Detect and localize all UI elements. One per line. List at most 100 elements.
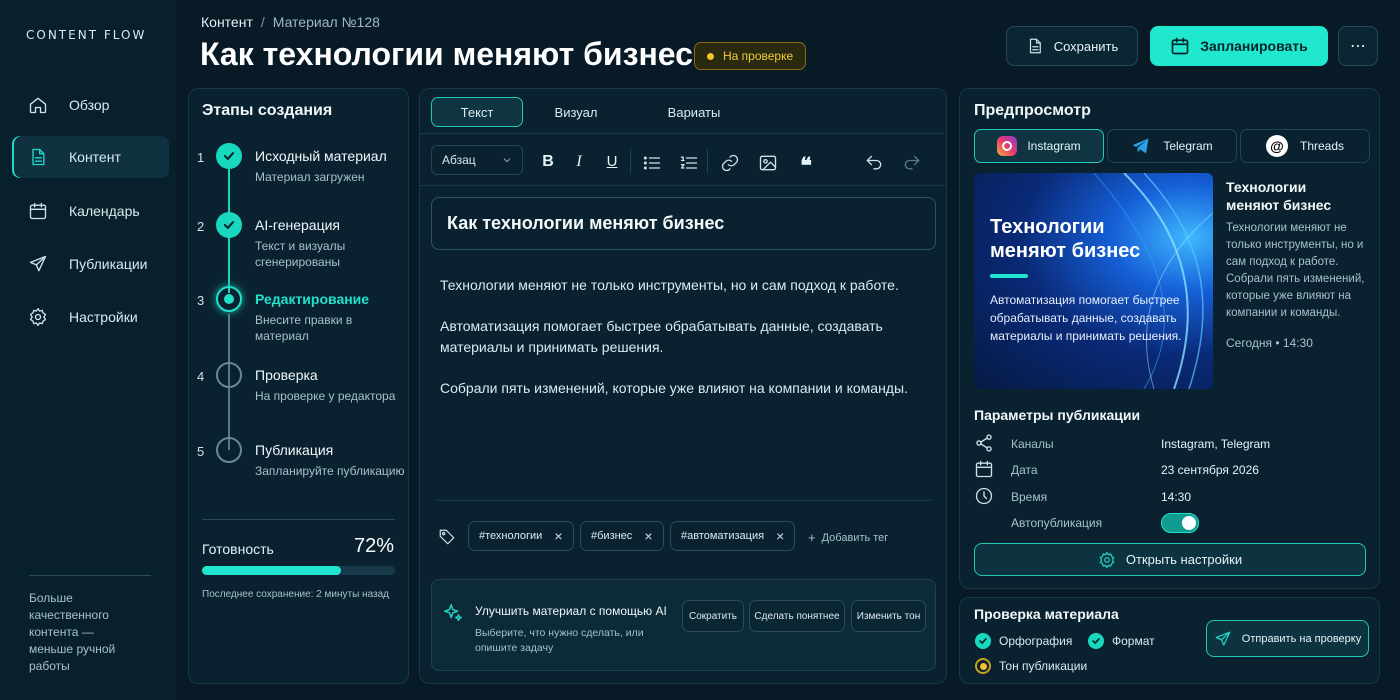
stage-desc: На проверке у редактора	[255, 389, 396, 403]
close-icon[interactable]: ×	[776, 528, 784, 544]
channel-tab-telegram[interactable]: Telegram	[1107, 129, 1237, 163]
param-value: 14:30	[1161, 490, 1192, 504]
send-for-review-button[interactable]: Отправить на проверку	[1206, 620, 1369, 657]
stage-number: 1	[197, 150, 205, 165]
param-row-channels: Каналы Instagram, Telegram	[974, 433, 1344, 455]
sidebar-note: Больше качественного контента — меньше р…	[29, 591, 116, 673]
paragraph-style-value: Абзац	[442, 153, 476, 167]
heading-input[interactable]: Как технологии меняют бизнес	[431, 197, 936, 250]
preview-image-card: Технологии меняют бизнес Автоматизация п…	[974, 173, 1213, 389]
change-tone-button[interactable]: Изменить тон	[851, 600, 926, 632]
preview-title: Предпросмотр	[974, 102, 1091, 119]
tag-icon	[439, 529, 455, 545]
open-settings-label: Открыть настройки	[1125, 552, 1243, 567]
param-row-date: Дата 23 сентября 2026	[974, 459, 1344, 481]
gear-icon	[29, 308, 47, 326]
tag-label: #автоматизация	[681, 530, 765, 542]
redo-icon[interactable]	[902, 153, 922, 173]
divider	[630, 149, 631, 173]
send-icon	[1215, 631, 1231, 646]
autopublish-toggle[interactable]	[1161, 513, 1199, 533]
schedule-button[interactable]: Запланировать	[1150, 26, 1328, 66]
stage-title: Редактирование	[255, 291, 370, 307]
document-icon	[1029, 38, 1041, 54]
sidebar-item-content[interactable]: Контент	[12, 136, 169, 178]
add-tag-button[interactable]: + Добавить тег	[808, 530, 888, 545]
readiness-label: Готовность	[202, 541, 274, 557]
stage-title: Проверка	[255, 367, 318, 383]
publication-params-title: Параметры публикации	[974, 407, 1141, 423]
image-icon[interactable]	[758, 153, 778, 173]
stage-title: Исходный материал	[255, 148, 387, 164]
plus-icon: +	[808, 530, 816, 545]
tab-variants[interactable]: Вариаты	[642, 97, 746, 127]
warning-dot-icon	[975, 658, 991, 674]
tag-chip[interactable]: #технологии ×	[468, 521, 574, 551]
stage-desc: Текст и визуалы сгенерированы	[255, 239, 346, 269]
open-settings-button[interactable]: Открыть настройки	[974, 543, 1366, 576]
accent-bar	[990, 274, 1028, 278]
sidebar-item-calendar[interactable]: Календарь	[12, 190, 169, 232]
post-text: Технологии меняют не только инструменты,…	[1226, 222, 1365, 319]
preview-card-title: Технологии меняют бизнес	[990, 216, 1141, 262]
telegram-icon	[1132, 138, 1149, 154]
current-step-icon	[216, 286, 242, 312]
material-check-title: Проверка материала	[974, 606, 1119, 622]
calendar-icon	[1171, 37, 1189, 55]
channel-label: Threads	[1299, 139, 1345, 153]
add-tag-label: Добавить тег	[821, 531, 889, 544]
sidebar-item-settings[interactable]: Настройки	[12, 296, 169, 338]
check-icon	[216, 143, 242, 169]
channel-tab-instagram[interactable]: Instagram	[974, 129, 1104, 163]
check-item-spelling: Орфография	[975, 633, 1072, 649]
gear-icon	[1099, 551, 1115, 568]
sidebar: CONTENT FLOW Обзор Контент Календарь Пуб…	[0, 0, 176, 700]
tag-chip[interactable]: #автоматизация ×	[670, 521, 796, 551]
save-button-label: Сохранить	[1053, 38, 1119, 54]
paragraph-style-select[interactable]: Абзац	[431, 145, 523, 175]
status-dot	[707, 52, 714, 60]
preview-card-text: Автоматизация помогает быстрее обрабатыв…	[990, 293, 1182, 343]
check-icon	[1088, 633, 1104, 649]
tag-label: #бизнес	[591, 530, 633, 542]
sidebar-item-label: Настройки	[69, 309, 138, 325]
link-icon[interactable]	[720, 153, 740, 173]
sidebar-item-label: Контент	[69, 149, 121, 165]
stage-number: 5	[197, 444, 205, 459]
channel-label: Instagram	[1027, 139, 1081, 153]
save-button[interactable]: Сохранить	[1006, 26, 1138, 66]
numbered-list-icon[interactable]	[679, 153, 699, 173]
last-save-text: Последнее сохранение: 2 минуты назад	[202, 589, 390, 600]
param-key: Время	[1011, 490, 1048, 504]
status-badge: На проверке	[694, 42, 807, 70]
tab-text[interactable]: Текст	[431, 97, 523, 127]
more-button[interactable]: ⋯	[1338, 26, 1378, 66]
clarify-button[interactable]: Сделать понятнее	[749, 600, 845, 632]
sidebar-item-publications[interactable]: Публикации	[12, 243, 169, 285]
close-icon[interactable]: ×	[554, 528, 562, 544]
divider	[420, 133, 946, 134]
tag-chip[interactable]: #бизнес ×	[580, 521, 664, 551]
tag-label: #технологии	[479, 530, 543, 542]
italic-icon[interactable]: I	[569, 153, 589, 173]
tab-visual[interactable]: Визуал	[530, 97, 622, 127]
brand-logo: CONTENT FLOW	[26, 28, 147, 42]
channel-tab-threads[interactable]: @ Threads	[1240, 129, 1370, 163]
pending-step-icon	[216, 362, 242, 388]
shorten-button[interactable]: Сократить	[682, 600, 744, 632]
param-key: Автопубликация	[1011, 516, 1103, 530]
bold-icon[interactable]: B	[538, 153, 558, 173]
ai-assist-panel: Улучшить материал с помощью AI Выберите,…	[431, 579, 936, 671]
underline-icon[interactable]: U	[602, 153, 622, 173]
bullet-list-icon[interactable]	[642, 153, 662, 173]
close-icon[interactable]: ×	[644, 528, 652, 544]
breadcrumb-root[interactable]: Контент	[201, 14, 253, 30]
paragraph: Технологии меняют не только инструменты,…	[440, 277, 899, 293]
param-row-autopublish: Автопубликация	[974, 512, 1344, 534]
sidebar-item-overview[interactable]: Обзор	[12, 84, 169, 126]
divider	[436, 500, 932, 501]
quote-icon[interactable]: ❝	[796, 153, 816, 179]
body-editor[interactable]: Технологии меняют не только инструменты,…	[440, 275, 930, 399]
undo-icon[interactable]	[864, 153, 884, 173]
channel-label: Telegram	[1163, 139, 1213, 153]
